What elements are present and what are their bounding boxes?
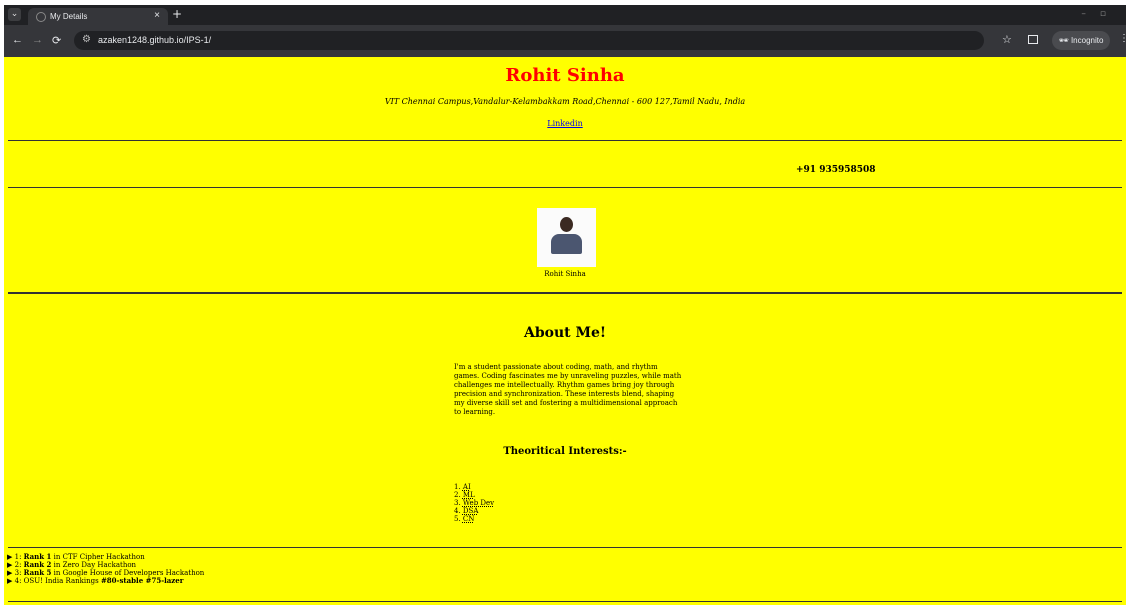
page-content: Rohit Sinha VIT Chennai Campus,Vandalur-… [4, 57, 1126, 605]
browser-window: ⌄ My Details × + –▫ ← → ⟳ ⚙ azaken1248.g… [4, 5, 1126, 605]
profile-address: VIT Chennai Campus,Vandalur-Kelambakkam … [384, 97, 746, 106]
interests-heading: Theoritical Interests:- [503, 446, 627, 457]
toolbar: ← → ⟳ ⚙ azaken1248.github.io/IPS-1/ ☆ 🕶 … [4, 25, 1126, 57]
about-heading: About Me! [523, 325, 607, 341]
interest-abbr[interactable]: AI [463, 483, 471, 491]
incognito-badge[interactable]: 🕶 Incognito [1052, 31, 1110, 50]
photo-head [560, 217, 573, 232]
divider [8, 601, 1122, 602]
photo-caption: Rohit Sinha [544, 270, 586, 278]
interest-abbr[interactable]: ML [463, 491, 475, 499]
reload-icon[interactable]: ⟳ [52, 34, 61, 47]
globe-icon [36, 12, 46, 22]
interest-abbr[interactable]: Web Dev [463, 499, 494, 507]
about-paragraph: I'm a student passionate about coding, m… [454, 363, 682, 416]
tab-search-button[interactable]: ⌄ [8, 8, 21, 21]
linkedin-link[interactable]: Linkedin [4, 119, 1126, 128]
url-text[interactable]: azaken1248.github.io/IPS-1/ [98, 35, 211, 45]
divider [8, 547, 1122, 548]
list-item: 5. CN [454, 515, 475, 523]
new-tab-button[interactable]: + [172, 7, 182, 21]
divider [8, 292, 1122, 294]
window-controls[interactable]: –▫ [1081, 9, 1120, 19]
forward-icon[interactable]: → [32, 34, 43, 46]
achievements-list: ▶ 1: Rank 1 in CTF Cipher Hackathon ▶ 2:… [7, 553, 204, 586]
disclosure-triangle-icon: ▶ [7, 569, 13, 577]
divider [8, 187, 1122, 188]
profile-name: Rohit Sinha [505, 65, 625, 86]
list-item: 3. Web Dev [454, 499, 495, 507]
incognito-label: Incognito [1070, 36, 1104, 45]
phone-number: +91 935958508 [796, 165, 876, 175]
site-settings-icon[interactable]: ⚙ [82, 34, 91, 45]
side-panel-icon[interactable] [1028, 35, 1038, 44]
tab-strip: ⌄ My Details × + –▫ [4, 5, 1126, 25]
divider [8, 140, 1122, 141]
interests-list: 1. AI 2. ML 3. Web Dev 4. DSA 5. CN [454, 483, 494, 523]
list-item: 1. AI [454, 483, 471, 491]
disclosure-triangle-icon: ▶ [7, 561, 13, 569]
disclosure-triangle-icon: ▶ [7, 577, 13, 585]
photo-body [551, 234, 582, 254]
tab-title: My Details [50, 12, 88, 21]
interest-abbr[interactable]: DSA [463, 507, 478, 515]
list-item: 4. DSA [454, 507, 479, 515]
list-item: 2. ML [454, 491, 475, 499]
close-icon[interactable]: × [154, 10, 160, 21]
bookmark-star-icon[interactable]: ☆ [1002, 33, 1012, 46]
disclosure-triangle-icon: ▶ [7, 553, 13, 561]
address-bar[interactable]: ⚙ azaken1248.github.io/IPS-1/ [74, 31, 984, 50]
tab-my-details[interactable]: My Details × [28, 8, 168, 25]
achievement-item[interactable]: ▶ 4: OSU! India Rankings #80-stable #75-… [7, 577, 204, 586]
interest-abbr[interactable]: CN [463, 515, 474, 523]
back-icon[interactable]: ← [12, 34, 23, 46]
profile-photo [537, 208, 596, 267]
incognito-icon: 🕶 [1058, 36, 1069, 45]
menu-icon[interactable]: ⋮ [1119, 33, 1126, 44]
